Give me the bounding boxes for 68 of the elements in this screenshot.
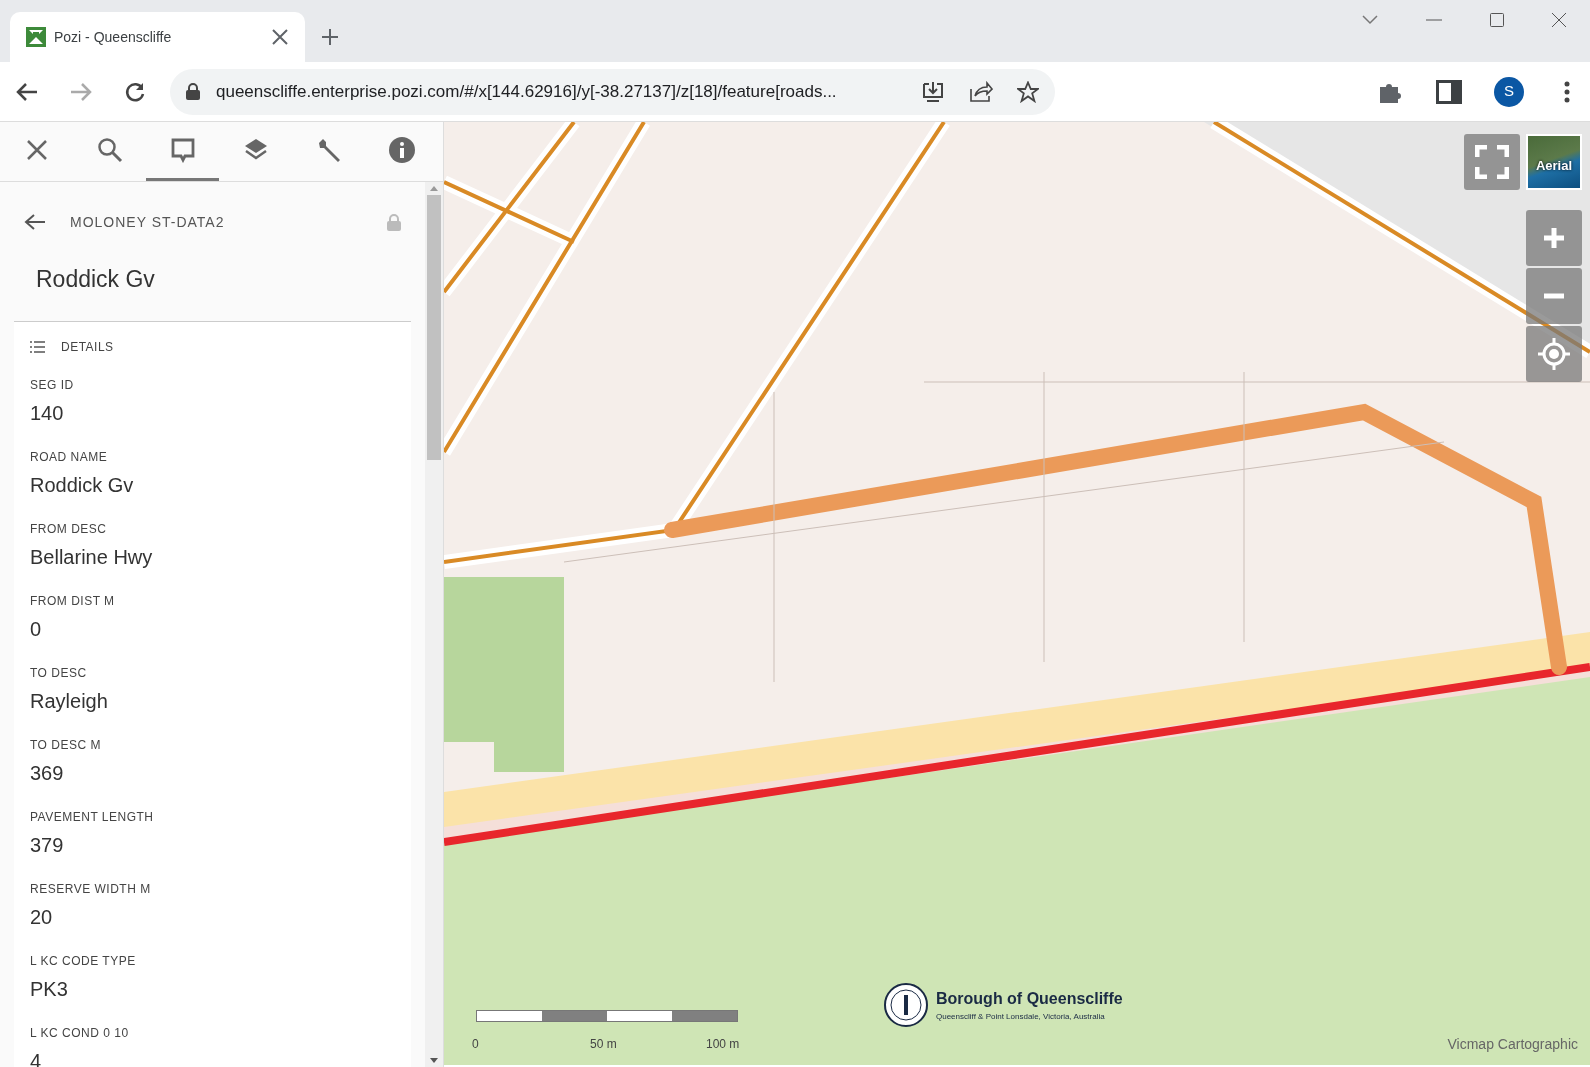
scrollbar-thumb[interactable] — [427, 195, 441, 461]
close-icon[interactable] — [1552, 13, 1566, 27]
browser-tab[interactable]: Pozi - Queenscliffe — [10, 12, 305, 62]
reload-icon[interactable] — [124, 80, 146, 103]
url-text: queenscliffe.enterprise.pozi.com/#/x[144.62916]/y[-38.27137]/z[18]/feature[roads... — [216, 80, 838, 103]
star-icon[interactable] — [1017, 80, 1039, 103]
feature-title: Roddick Gv — [36, 266, 155, 293]
zoom-in-button[interactable] — [1526, 210, 1582, 267]
list-icon — [30, 340, 45, 353]
lock-icon — [186, 83, 200, 101]
scale-label: 50 m — [590, 1036, 617, 1053]
lock-icon — [387, 213, 401, 231]
install-icon[interactable] — [921, 80, 945, 103]
council-seal-icon — [884, 983, 928, 1027]
field-label: PAVEMENT LENGTH — [30, 808, 154, 826]
share-icon[interactable] — [969, 80, 993, 103]
field-label: TO DESC M — [30, 736, 101, 754]
map-drawing[interactable] — [444, 122, 1590, 1066]
field-label: SEG ID — [30, 376, 74, 394]
new-tab-icon[interactable] — [321, 28, 339, 46]
plus-icon — [1542, 226, 1566, 251]
scroll-down-icon[interactable] — [430, 1058, 438, 1063]
fullscreen-button[interactable] — [1464, 134, 1520, 191]
section-heading: DETAILS — [61, 338, 114, 356]
search-icon — [96, 137, 123, 164]
layer-name: MOLONEY ST-DATA2 — [70, 212, 226, 232]
council-tagline: Queenscliff & Point Lonsdale, Victoria, Australia — [936, 1011, 1106, 1023]
back-arrow-icon[interactable] — [24, 213, 46, 232]
tab-search-icon[interactable] — [1362, 15, 1378, 25]
field-label: TO DESC — [30, 664, 87, 682]
field-label: FROM DIST M — [30, 592, 115, 610]
scrollbar[interactable] — [425, 182, 443, 1067]
zoom-out-button[interactable] — [1526, 268, 1582, 325]
field-label: RESERVE WIDTH M — [30, 880, 151, 898]
field-value: 379 — [30, 832, 64, 858]
minus-icon — [1542, 293, 1566, 300]
profile-avatar[interactable]: S — [1494, 76, 1524, 107]
tab-title: Pozi - Queenscliffe — [54, 27, 173, 47]
field-value: 20 — [30, 904, 53, 930]
locate-icon — [1537, 337, 1571, 372]
field-label: ROAD NAME — [30, 448, 108, 466]
scale-label: 100 m — [706, 1036, 740, 1053]
scale-label: 0 — [472, 1036, 479, 1053]
site-logo-icon — [26, 27, 46, 47]
back-arrow-icon[interactable] — [16, 81, 38, 102]
side-panel-icon[interactable] — [1436, 79, 1462, 104]
fullscreen-icon — [1475, 145, 1509, 180]
field-value: 4 — [30, 1048, 42, 1067]
aerial-basemap-button[interactable]: Aerial — [1526, 134, 1582, 191]
field-value: 140 — [30, 400, 64, 426]
info-icon — [388, 137, 415, 164]
field-label: FROM DESC — [30, 520, 107, 538]
field-value: 369 — [30, 760, 64, 786]
council-name: Borough of Queenscliffe — [936, 989, 1123, 1009]
close-icon[interactable] — [271, 28, 289, 46]
menu-icon[interactable] — [1564, 80, 1570, 103]
field-value: PK3 — [30, 976, 68, 1002]
field-label: L KC COND 0 10 — [30, 1024, 129, 1042]
field-value: 0 — [30, 616, 42, 642]
field-value: Roddick Gv — [30, 472, 134, 498]
address-bar[interactable]: queenscliffe.enterprise.pozi.com/#/x[144.62916]/y[-38.27137]/z[18]/feature[roads... — [170, 68, 1055, 115]
field-label: L KC CODE TYPE — [30, 952, 136, 970]
map-attribution: Vicmap Cartographic — [1447, 1035, 1578, 1054]
maximize-icon[interactable] — [1490, 13, 1504, 27]
field-value: Rayleigh — [30, 688, 108, 714]
field-value: Bellarine Hwy — [30, 544, 153, 570]
speech-bubble-icon — [169, 137, 196, 164]
locate-button[interactable] — [1526, 326, 1582, 383]
